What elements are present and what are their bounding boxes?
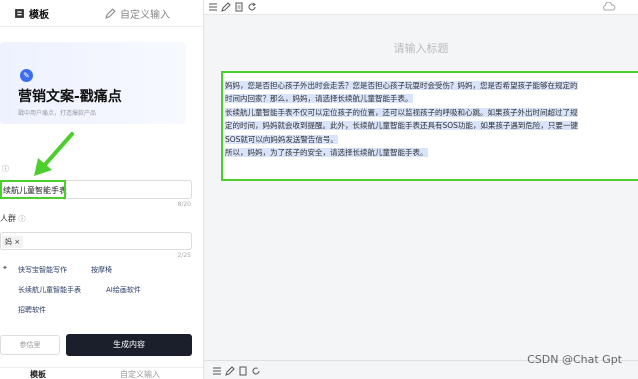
tab-template-label: 模板	[29, 10, 49, 21]
audience-input[interactable]: 妈 ×	[0, 232, 192, 250]
template-card[interactable]: ✎ 营销文案-戳痛点 戳中用户痛点，打造爆款产品	[0, 42, 186, 124]
document-title-placeholder[interactable]: 请输入标题	[204, 40, 638, 56]
editor-toolbar-bottom	[204, 364, 638, 379]
help-icon[interactable]: ⓘ	[2, 164, 9, 174]
content-line: 妈妈，您是否担心孩子外出时会走丢？您是否担心孩子玩耍时会受伤？妈妈，您是否希望孩…	[225, 81, 578, 90]
chip-3[interactable]: AI绘画软件	[106, 285, 141, 295]
document-icon[interactable]	[238, 366, 248, 376]
audience-tag[interactable]: 妈 ×	[2, 236, 24, 248]
product-name-count: 8/20	[177, 201, 191, 208]
generate-button[interactable]: 生成内容	[66, 334, 192, 356]
audience-label: 人群 ⓘ	[0, 213, 26, 224]
help-icon[interactable]: ⓘ	[19, 215, 26, 223]
list-icon[interactable]	[212, 366, 222, 376]
edit-icon[interactable]	[225, 366, 235, 376]
pen-icon: ✎	[20, 69, 33, 82]
green-highlight-box	[0, 180, 66, 199]
document-icon[interactable]	[234, 2, 244, 12]
mode-tabs: 模板 自定义输入	[0, 0, 203, 27]
cloud-icon[interactable]	[602, 2, 616, 12]
refresh-icon[interactable]	[247, 2, 257, 12]
watermark: CSDN @Chat Gpt	[527, 353, 622, 366]
bottom-tab-custom[interactable]: 自定义输入	[120, 369, 160, 379]
template-subtitle: 戳中用户痛点，打造爆款产品	[18, 110, 97, 117]
template-icon	[15, 9, 24, 18]
chip-4[interactable]: 招聘软件	[18, 305, 46, 315]
tab-custom-label: 自定义输入	[120, 10, 170, 21]
tab-template[interactable]: 模板	[14, 6, 49, 21]
audience-label-text: 人群	[0, 214, 16, 223]
editor-toolbar	[204, 0, 638, 15]
content-line: 时间内回家？那么，妈妈，请选择长续航儿童智能手表。	[225, 94, 413, 103]
tag-close-icon[interactable]: ×	[14, 238, 20, 246]
list-icon[interactable]	[208, 2, 218, 12]
content-line: 定的时间，妈妈就会收到提醒。此外，长续航儿童智能手表还具有SOS功能，如果孩子遇…	[225, 121, 578, 130]
refresh-icon[interactable]	[251, 366, 261, 376]
chip-2[interactable]: 长续航儿童智能手表	[18, 285, 81, 295]
suggestion-chips: ✦ 快写宝智能写作 按摩椅 长续航儿童智能手表 AI绘画软件 招聘软件	[0, 262, 203, 322]
secondary-button[interactable]: 参估里	[0, 335, 60, 355]
tab-custom-input[interactable]: 自定义输入	[105, 6, 170, 21]
audience-count: 2/25	[177, 252, 191, 259]
audience-tag-text: 妈	[5, 238, 12, 246]
content-line: 所以，妈妈，为了孩子的安全，请选择长续航儿童智能手表。	[225, 148, 428, 157]
left-panel: 模板 自定义输入 ✎ 营销文案-戳痛点 戳中用户痛点，打造爆款产品 ⓘ 续航儿童…	[0, 0, 204, 379]
edit-icon[interactable]	[221, 2, 231, 12]
content-line: SOS就可以向妈妈发送警告信号。	[225, 135, 338, 144]
editor-panel: 请输入标题 妈妈，您是否担心孩子外出时会走丢？您是否担心孩子玩耍时会受伤？妈妈，…	[204, 0, 638, 379]
content-line: 长续航儿童智能手表不仅可以定位孩子的位置，还可以监视孩子的呼吸和心跳。如果孩子外…	[225, 108, 578, 117]
chip-1[interactable]: 按摩椅	[91, 265, 112, 275]
chip-0[interactable]: 快写宝智能写作	[18, 265, 67, 275]
green-arrow-annotation	[34, 132, 74, 176]
template-title: 营销文案-戳痛点	[18, 89, 122, 105]
generated-content[interactable]: 妈妈，您是否担心孩子外出时会走丢？您是否担心孩子玩耍时会受伤？妈妈，您是否希望孩…	[221, 71, 638, 181]
sparkle-icon: ✦	[2, 264, 8, 272]
bottom-tabs: 模板 自定义输入	[0, 367, 203, 379]
bottom-tab-template[interactable]: 模板	[30, 369, 46, 379]
edit-icon	[105, 8, 116, 19]
